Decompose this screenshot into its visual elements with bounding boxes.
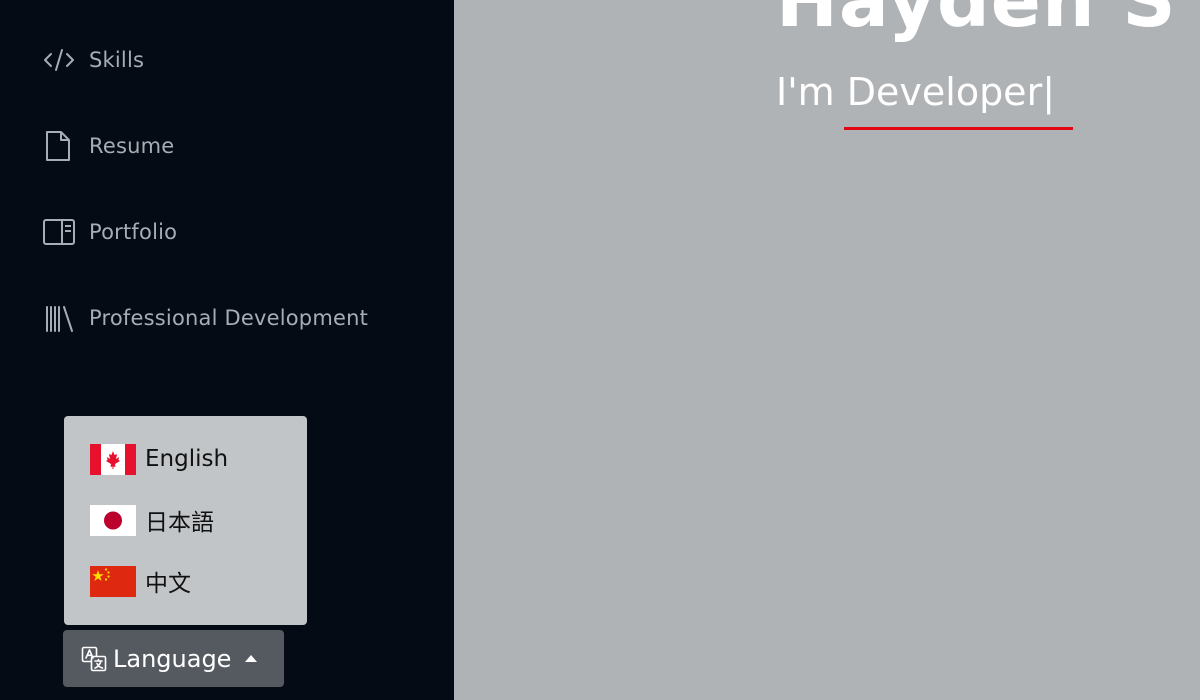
language-button[interactable]: Language <box>63 630 284 687</box>
japan-flag-icon <box>90 504 136 536</box>
hero-section: Hayden S I'm Developer| <box>454 0 1200 700</box>
translate-icon <box>81 646 107 672</box>
language-option-label: 日本語 <box>145 510 214 536</box>
subtitle-underline <box>844 127 1073 130</box>
language-button-label: Language <box>113 644 232 673</box>
language-option-label: 中文 <box>145 571 191 597</box>
library-icon <box>42 301 76 335</box>
language-option-english[interactable]: English <box>90 440 228 478</box>
sidebar: Skills Resume Portfolio Professional Dev… <box>0 0 454 700</box>
language-option-chinese[interactable]: 中文 <box>90 562 191 600</box>
file-icon <box>42 129 76 163</box>
typing-cursor: | <box>1042 70 1055 114</box>
sidebar-item-skills[interactable]: Skills <box>42 40 144 80</box>
sidebar-item-label: Portfolio <box>89 220 178 244</box>
sidebar-item-portfolio[interactable]: Portfolio <box>42 212 177 252</box>
code-icon <box>42 43 76 77</box>
sidebar-item-resume[interactable]: Resume <box>42 126 174 166</box>
sidebar-item-professional-development[interactable]: Professional Development <box>42 298 368 338</box>
language-option-japanese[interactable]: 日本語 <box>90 501 214 539</box>
china-flag-icon <box>90 565 136 597</box>
sidebar-item-label: Professional Development <box>89 306 369 330</box>
hero-name: Hayden S <box>776 0 1177 44</box>
sidebar-item-label: Resume <box>89 134 175 158</box>
canada-flag-icon <box>90 443 136 475</box>
hero-subtitle-word: Developer <box>846 70 1043 114</box>
layout-icon <box>42 215 76 249</box>
hero-subtitle-prefix: I'm <box>776 70 847 114</box>
language-dropdown-menu: English 日本語 中文 <box>64 416 307 625</box>
language-option-label: English <box>145 446 229 472</box>
caret-up-icon <box>245 655 258 662</box>
sidebar-item-label: Skills <box>89 48 145 72</box>
hero-subtitle: I'm Developer| <box>776 70 1055 114</box>
